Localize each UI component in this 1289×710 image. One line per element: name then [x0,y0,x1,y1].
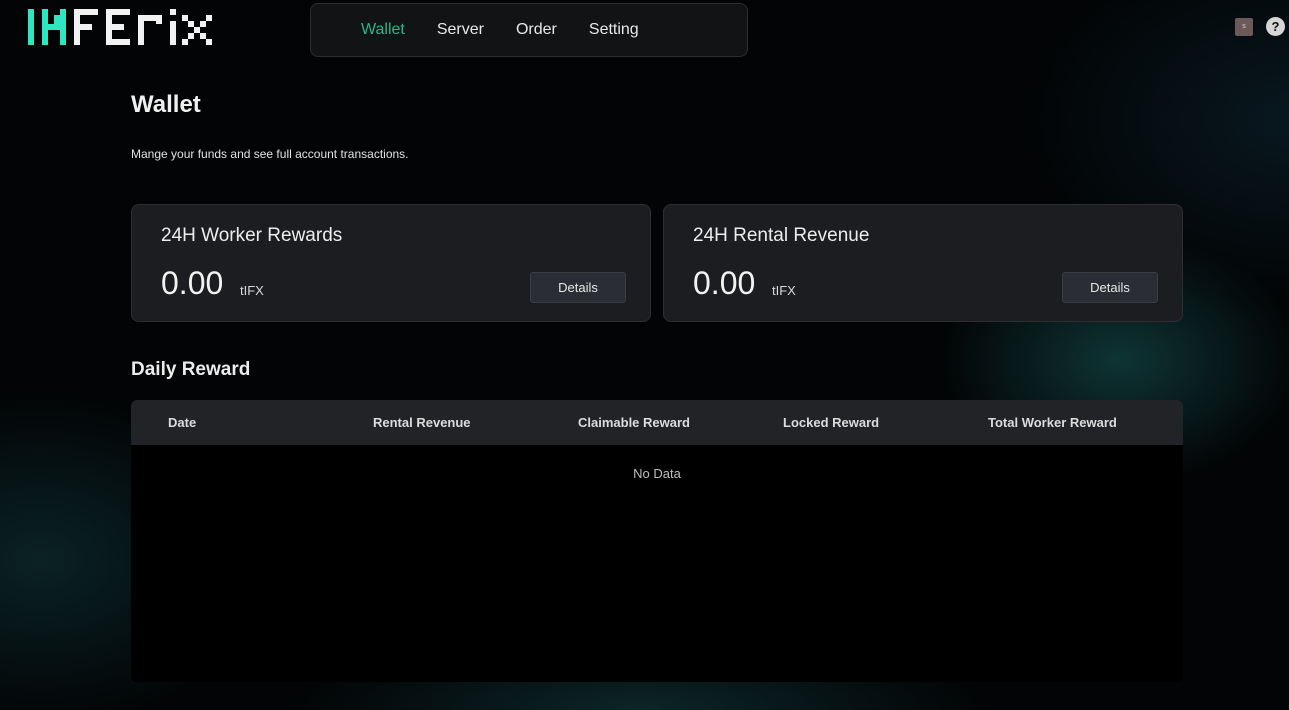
daily-reward-title: Daily Reward [131,359,251,380]
nav-tab-order[interactable]: Order [500,21,573,39]
table-header: Date Rental Revenue Claimable Reward Loc… [131,400,1183,445]
empty-state-text: No Data [633,466,681,481]
column-header-rental-revenue: Rental Revenue [373,415,471,430]
header-actions: s ? [1235,17,1285,36]
card-title: 24H Rental Revenue [693,225,870,246]
card-value: 0.00 [693,265,756,301]
worker-rewards-card: 24H Worker Rewards 0.00 tIFX Details [131,204,651,322]
main-nav: Wallet Server Order Setting [310,3,748,57]
page-title: Wallet [131,91,201,118]
card-unit: tIFX [240,283,264,298]
card-title: 24H Worker Rewards [161,225,343,246]
help-icon[interactable]: ? [1266,17,1285,36]
card-value: 0.00 [161,265,224,301]
daily-reward-table: Date Rental Revenue Claimable Reward Loc… [131,400,1183,682]
column-header-claimable-reward: Claimable Reward [578,415,690,430]
rental-revenue-details-button[interactable]: Details [1062,272,1158,303]
avatar[interactable]: s [1235,17,1253,36]
inferix-logo[interactable] [28,9,212,45]
page-subtitle: Mange your funds and see full account tr… [131,147,409,161]
rental-revenue-card: 24H Rental Revenue 0.00 tIFX Details [663,204,1183,322]
column-header-locked-reward: Locked Reward [783,415,880,430]
nav-tab-setting[interactable]: Setting [573,21,655,39]
worker-rewards-details-button[interactable]: Details [530,272,626,303]
nav-tab-server[interactable]: Server [421,21,500,39]
card-unit: tIFX [772,283,796,298]
nav-tab-wallet[interactable]: Wallet [345,21,421,39]
column-header-total-worker-reward: Total Worker Reward [988,415,1117,430]
column-header-date: Date [168,415,197,430]
